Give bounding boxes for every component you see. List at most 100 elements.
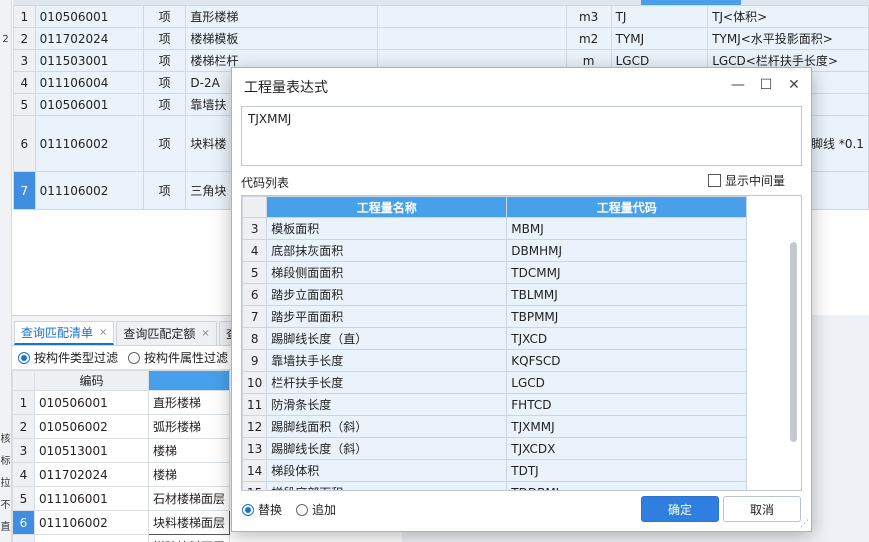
list-item[interactable]: 11 防滑条长度 FHTCD	[242, 393, 748, 416]
list-item[interactable]: 9 靠墙扶手长度 KQFSCD	[242, 349, 748, 372]
quantity-name: 靠墙扶手长度	[266, 349, 508, 372]
table-row[interactable]: 2 010506002 弧形楼梯	[12, 414, 231, 439]
list-item[interactable]: 6 踏步立面面积 TBLMMJ	[242, 283, 748, 306]
quantity-name: 踢脚线长度（斜）	[266, 437, 508, 460]
code-list: 工程量名称 工程量代码 3 模板面积 MBMJ 4 底部抹灰面积 DBMHMJ 5 梯段侧面面…	[241, 195, 802, 491]
row-name: 楼梯模板	[185, 27, 378, 50]
dialog-title: 工程量表达式	[244, 80, 328, 96]
list-item[interactable]: 14 梯段体积 TDTJ	[242, 459, 748, 482]
row-number: 6	[242, 283, 268, 306]
row-name: 楼梯	[147, 462, 231, 487]
row-feature	[376, 5, 567, 28]
tab-query-quota[interactable]: 查询匹配定额 ×	[116, 321, 217, 345]
radio-label: 按构件类型过滤	[34, 351, 119, 365]
tab-close-icon[interactable]: ×	[201, 328, 209, 339]
left-char-2[interactable]: 标	[0, 452, 11, 467]
table-row[interactable]: 5 011106001 石材楼梯面层	[12, 486, 231, 511]
list-item[interactable]: 7 踏步平面面积 TBPMMJ	[242, 305, 748, 328]
cancel-button[interactable]: 取消	[723, 496, 801, 522]
left-char-1[interactable]: 核	[0, 430, 11, 445]
table-row[interactable]: 1 010506001 项直形楼梯 m3 TJ TJ<体积>	[13, 5, 869, 28]
row-code: 011702024	[34, 462, 149, 487]
radio-selected-icon	[242, 503, 254, 516]
table-row[interactable]: 011106003拼碎块料面层	[12, 534, 231, 542]
quantity-code: TJXMMJ	[506, 415, 748, 438]
radio-label: 按构件属性过滤	[144, 351, 229, 365]
row-type: 项	[142, 5, 187, 28]
left-char-4[interactable]: 不	[0, 496, 11, 511]
quantity-name: 梯段体积	[266, 459, 508, 482]
row-name: 直形楼梯	[147, 390, 231, 415]
replace-radio[interactable]: 替换	[242, 501, 282, 518]
row-number: 7	[13, 171, 36, 210]
row-number: 15	[242, 481, 268, 490]
list-item[interactable]: 5 梯段侧面面积 TDCMMJ	[242, 261, 748, 284]
table-row[interactable]: 4 011702024 楼梯	[12, 462, 231, 487]
header-corner	[12, 370, 35, 391]
expression-input[interactable]: TJXMMJ	[241, 106, 802, 166]
tab-query-bill[interactable]: 查询匹配清单 ×	[14, 321, 115, 345]
table-row[interactable]: 6 011106002 块料楼梯面层	[12, 510, 231, 535]
table-row[interactable]: 3 010513001 楼梯	[12, 438, 231, 463]
quantity-name: 栏杆扶手长度	[266, 371, 508, 394]
maximize-icon[interactable]: ☐	[757, 76, 775, 94]
row-type: 项	[142, 49, 187, 72]
table-row[interactable]: 2 011702024 项楼梯模板 m2 TYMJ TYMJ<水平投影面积>	[13, 27, 869, 50]
quantity-code: TJXCD	[506, 327, 748, 350]
row-number: 14	[242, 459, 268, 482]
code-list-table: 工程量名称 工程量代码 3 模板面积 MBMJ 4 底部抹灰面积 DBMHMJ 5 梯段侧面面…	[242, 196, 748, 490]
quantity-code: TDTJ	[506, 459, 748, 482]
quantity-name: 防滑条长度	[266, 393, 508, 416]
vertical-scrollbar[interactable]	[790, 242, 797, 442]
filter-by-type-radio[interactable]: 按构件类型过滤	[18, 349, 118, 366]
header-corner	[242, 196, 268, 218]
quantity-code: KQFSCD	[506, 349, 748, 372]
row-number: 1	[12, 390, 35, 415]
list-item[interactable]: 12 踢脚线面积（斜） TJXMMJ	[242, 415, 748, 438]
quantity-code: TJXCDX	[506, 437, 748, 460]
quantity-name: 踢脚线面积（斜）	[266, 415, 508, 438]
table-header: 工程量名称 工程量代码	[242, 196, 748, 218]
table-header: 编码	[12, 370, 231, 391]
ok-button[interactable]: 确定	[641, 496, 719, 522]
list-item[interactable]: 8 踢脚线长度（直） TJXCD	[242, 327, 748, 350]
row-code: 010506002	[34, 414, 149, 439]
table-row[interactable]: 1 010506001 直形楼梯	[12, 390, 231, 415]
list-item[interactable]: 4 底部抹灰面积 DBMHMJ	[242, 239, 748, 262]
row-number: 2	[13, 27, 36, 50]
row-number: 5	[242, 261, 268, 284]
quantity-code: DBMHMJ	[506, 239, 748, 262]
tab-close-icon[interactable]: ×	[99, 327, 107, 338]
col-header-quantity-code: 工程量代码	[506, 196, 748, 218]
row-number: 3	[242, 217, 268, 240]
quantity-code: TBLMMJ	[506, 283, 748, 306]
row-code: 010506001	[34, 5, 144, 28]
row-description: TYMJ<水平投影面积>	[707, 27, 869, 50]
list-item[interactable]: 15梯段底部面积TDDBMJ	[242, 481, 748, 490]
filter-by-attr-radio[interactable]: 按构件属性过滤	[128, 349, 228, 366]
dialog-titlebar[interactable]: 工程量表达式 — ☐ ✕	[232, 68, 811, 106]
quantity-code: LGCD	[506, 371, 748, 394]
append-radio[interactable]: 追加	[296, 501, 336, 518]
row-type: 项	[142, 27, 187, 50]
row-type: 项	[142, 71, 187, 94]
left-char-3[interactable]: 拉	[0, 474, 11, 489]
quantity-name: 梯段底部面积	[266, 481, 508, 490]
minimize-icon[interactable]: —	[729, 76, 747, 94]
row-code: 010506001	[34, 390, 149, 415]
list-item[interactable]: 10 栏杆扶手长度 LGCD	[242, 371, 748, 394]
resize-grip-icon[interactable]: ⋰	[800, 519, 809, 529]
show-intermediate-checkbox[interactable]: 显示中间量	[707, 172, 785, 189]
row-number: 11	[242, 393, 268, 416]
quantity-code: TDCMMJ	[506, 261, 748, 284]
row-name: 直形楼梯	[185, 5, 378, 28]
left-char-5[interactable]: 直	[0, 518, 11, 533]
list-item[interactable]: 3 模板面积 MBMJ	[242, 217, 748, 240]
quantity-name: 踏步立面面积	[266, 283, 508, 306]
row-code: 010506001	[34, 93, 144, 116]
list-item[interactable]: 13 踢脚线长度（斜） TJXCDX	[242, 437, 748, 460]
row-number: 3	[13, 49, 36, 72]
row-name: 块料楼梯面层	[147, 510, 231, 535]
quantity-expression-dialog: 工程量表达式 — ☐ ✕ TJXMMJ 代码列表 显示中间量 工程量名称 工程量…	[231, 67, 812, 532]
close-icon[interactable]: ✕	[785, 76, 803, 94]
